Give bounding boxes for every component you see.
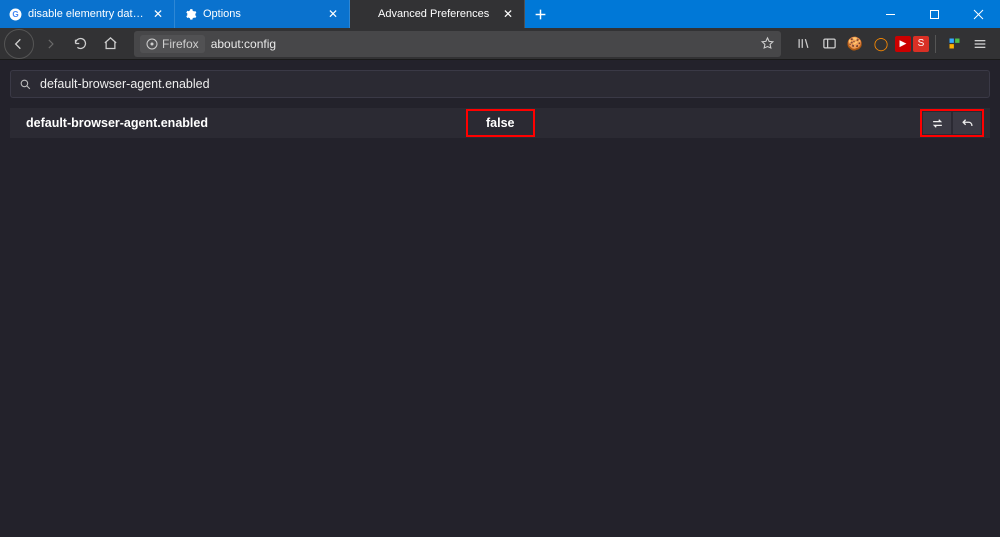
about-config-content: default-browser-agent.enabled default-br… <box>0 60 1000 138</box>
tab-3-label: Advanced Preferences <box>378 8 494 20</box>
forward-button[interactable] <box>36 30 64 58</box>
url-text: about:config <box>211 37 754 51</box>
tab-1-label: disable elementry data in firefox <box>28 8 144 20</box>
tab-1-close-icon[interactable]: ✕ <box>150 6 166 22</box>
maximize-button[interactable] <box>912 0 956 28</box>
reset-pref-button[interactable] <box>953 112 981 134</box>
titlebar: G disable elementry data in firefox ✕ Op… <box>0 0 1000 28</box>
reload-button[interactable] <box>66 30 94 58</box>
identity-label: Firefox <box>162 37 199 51</box>
google-favicon: G <box>8 7 22 21</box>
gear-icon <box>183 7 197 21</box>
pref-actions-highlight <box>920 109 984 137</box>
config-search-box[interactable]: default-browser-agent.enabled <box>10 70 990 98</box>
config-search-value: default-browser-agent.enabled <box>40 77 981 91</box>
home-button[interactable] <box>96 30 124 58</box>
url-bar[interactable]: Firefox about:config <box>134 31 781 57</box>
nav-toolbar: Firefox about:config 🍪 ◯ ▶ S <box>0 28 1000 60</box>
toggle-pref-button[interactable] <box>923 112 951 134</box>
toggle-arrows-icon <box>930 116 945 131</box>
tab-2-label: Options <box>203 8 319 20</box>
window-controls <box>868 0 1000 28</box>
pref-name: default-browser-agent.enabled <box>10 116 456 130</box>
close-window-button[interactable] <box>956 0 1000 28</box>
tab-2-close-icon[interactable]: ✕ <box>325 6 341 22</box>
toolbar-right-actions: 🍪 ◯ ▶ S <box>791 32 996 56</box>
minimize-button[interactable] <box>868 0 912 28</box>
tab-3-active[interactable]: Advanced Preferences ✕ <box>350 0 525 28</box>
pref-value-highlight: false <box>466 109 535 137</box>
tab-1[interactable]: G disable elementry data in firefox ✕ <box>0 0 175 28</box>
tab-2[interactable]: Options ✕ <box>175 0 350 28</box>
toolbar-separator <box>935 35 936 53</box>
new-tab-button[interactable] <box>525 0 555 28</box>
bookmark-star-icon[interactable] <box>760 36 775 51</box>
ext-3-icon[interactable]: ▶ <box>895 36 911 52</box>
app-menu-icon[interactable] <box>968 32 992 56</box>
ext-4-icon[interactable]: S <box>913 36 929 52</box>
library-icon[interactable] <box>791 32 815 56</box>
firefox-icon <box>146 38 158 50</box>
ext-1-icon[interactable]: 🍪 <box>843 32 867 56</box>
ext-2-icon[interactable]: ◯ <box>869 32 893 56</box>
undo-icon <box>960 116 975 131</box>
search-icon <box>19 78 32 91</box>
svg-text:G: G <box>12 10 18 19</box>
no-favicon <box>358 7 372 21</box>
addons-icon[interactable] <box>942 32 966 56</box>
sidebar-icon[interactable] <box>817 32 841 56</box>
tab-3-close-icon[interactable]: ✕ <box>500 6 516 22</box>
pref-row: default-browser-agent.enabled false <box>10 108 990 138</box>
pref-value: false <box>486 116 515 130</box>
identity-box[interactable]: Firefox <box>140 35 205 53</box>
back-button[interactable] <box>4 29 34 59</box>
